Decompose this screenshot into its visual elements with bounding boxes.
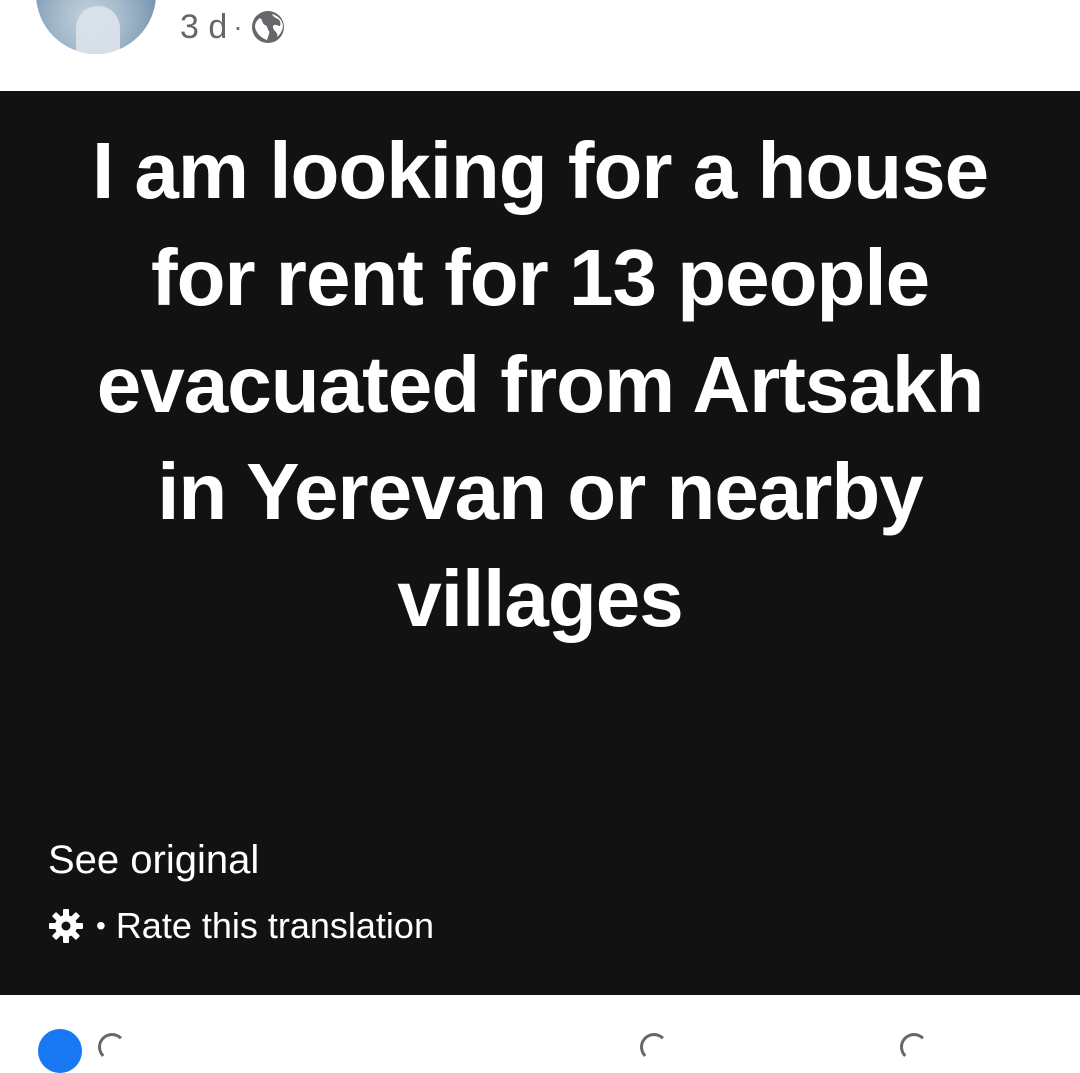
globe-icon[interactable] bbox=[251, 10, 285, 44]
post-text: I am looking for a house for rent for 13… bbox=[91, 126, 989, 643]
footer-partial-glyph-icon bbox=[900, 1033, 928, 1061]
post-header: 3 d · bbox=[0, 0, 1080, 91]
rate-translation-link[interactable]: Rate this translation bbox=[116, 905, 434, 947]
footer-partial-glyph-icon bbox=[640, 1033, 668, 1061]
gear-icon[interactable] bbox=[48, 908, 84, 944]
post-meta: 3 d · bbox=[180, 5, 285, 49]
post-footer bbox=[0, 995, 1080, 1073]
meta-separator: · bbox=[233, 11, 243, 42]
avatar-figure bbox=[76, 6, 120, 54]
post-timestamp[interactable]: 3 d bbox=[180, 8, 227, 47]
author-avatar[interactable] bbox=[36, 0, 156, 54]
like-reaction-icon[interactable] bbox=[38, 1029, 82, 1073]
translation-row: • Rate this translation bbox=[48, 904, 434, 948]
translation-separator: • bbox=[96, 910, 106, 941]
see-original-link[interactable]: See original bbox=[48, 838, 259, 883]
footer-partial-glyph-icon bbox=[98, 1033, 126, 1061]
